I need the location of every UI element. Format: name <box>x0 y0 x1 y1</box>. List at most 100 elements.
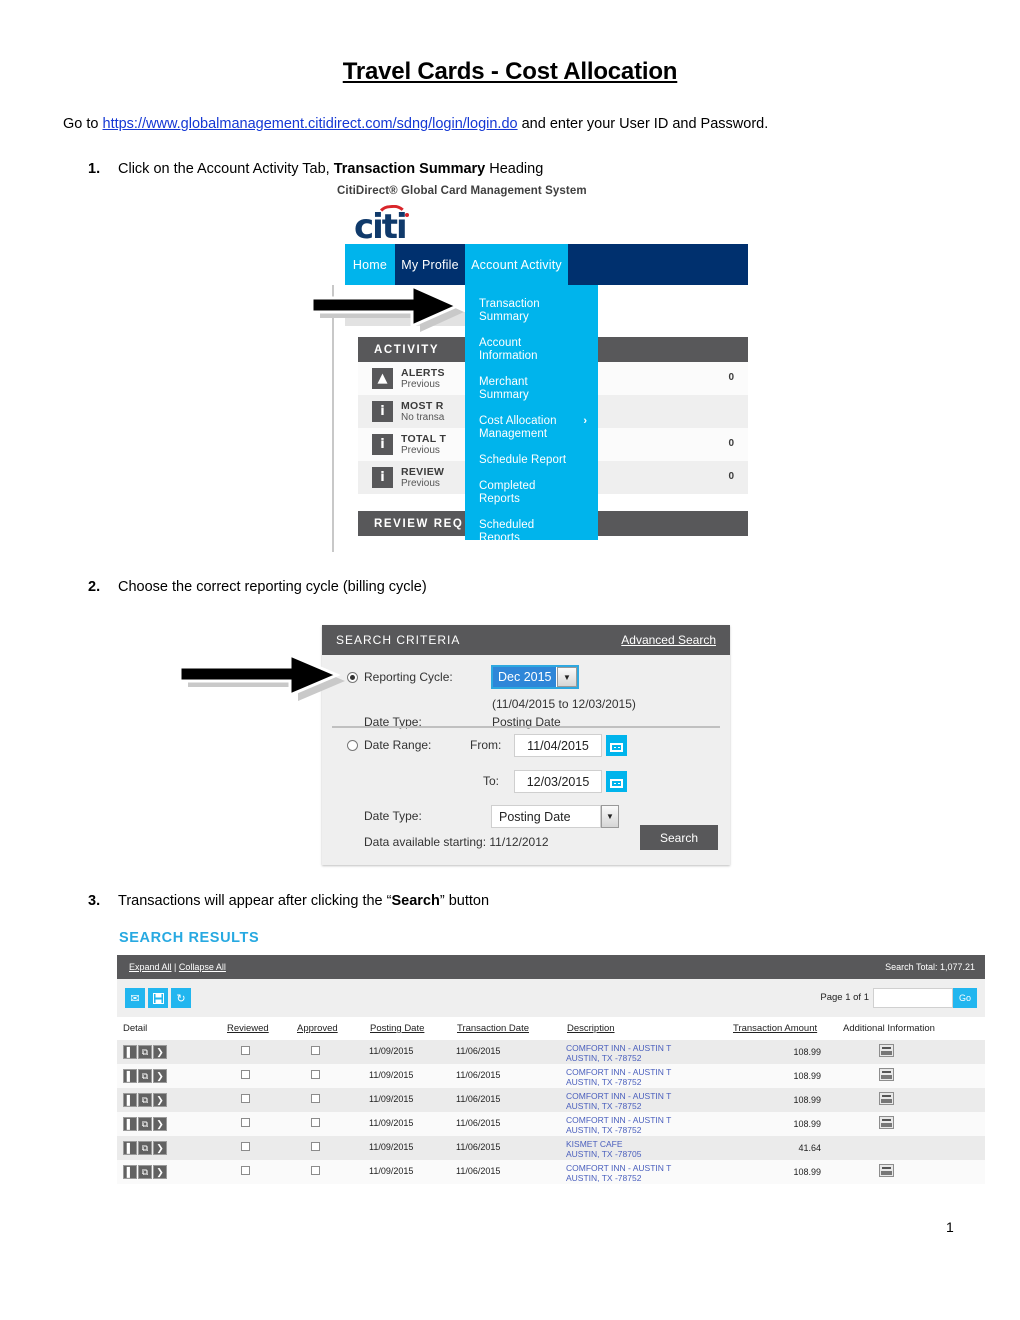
detail-action-icons[interactable]: ▌ ⧉ ❯ <box>123 1069 167 1083</box>
table-row[interactable]: ▌ ⧉ ❯ 11/09/2015 11/06/2015 COMFORT INN … <box>117 1112 985 1136</box>
copy-icon[interactable]: ⧉ <box>138 1069 152 1083</box>
expand-icon[interactable]: ❯ <box>153 1165 167 1179</box>
save-icon[interactable] <box>148 988 168 1008</box>
copy-icon[interactable]: ⧉ <box>138 1141 152 1155</box>
copy-icon[interactable]: ⧉ <box>138 1117 152 1131</box>
calendar-icon-to[interactable] <box>606 771 627 792</box>
table-row[interactable]: ▌ ⧉ ❯ 11/09/2015 11/06/2015 KISMET CAFE … <box>117 1136 985 1160</box>
column-header-reviewed[interactable]: Reviewed <box>227 1023 269 1034</box>
cell-description[interactable]: COMFORT INN - AUSTIN T AUSTIN, TX -78752 <box>566 1043 671 1063</box>
column-header-description[interactable]: Description <box>567 1023 615 1034</box>
reviewed-checkbox[interactable] <box>241 1046 250 1055</box>
additional-information-icon[interactable] <box>879 1092 894 1105</box>
chart-icon[interactable]: ▌ <box>123 1045 137 1059</box>
reviewed-checkbox[interactable] <box>241 1118 250 1127</box>
activity-row-count: 0 <box>728 372 734 383</box>
table-row[interactable]: ▌ ⧉ ❯ 11/09/2015 11/06/2015 COMFORT INN … <box>117 1064 985 1088</box>
citidirect-login-link[interactable]: https://www.globalmanagement.citidirect.… <box>103 116 518 132</box>
step-1: 1. Click on the Account Activity Tab, Tra… <box>88 161 543 177</box>
chart-icon[interactable]: ▌ <box>123 1069 137 1083</box>
cell-description[interactable]: COMFORT INN - AUSTIN T AUSTIN, TX -78752 <box>566 1067 671 1087</box>
nav-tab-home[interactable]: Home <box>345 244 395 285</box>
cell-description[interactable]: COMFORT INN - AUSTIN T AUSTIN, TX -78752 <box>566 1115 671 1135</box>
nav-tab-account-activity[interactable]: Account Activity <box>465 244 568 285</box>
chart-icon[interactable]: ▌ <box>123 1165 137 1179</box>
advanced-search-link[interactable]: Advanced Search <box>621 633 716 647</box>
approved-checkbox[interactable] <box>311 1166 320 1175</box>
email-icon[interactable]: ✉ <box>125 988 145 1008</box>
info-icon: i <box>372 467 393 488</box>
column-header-approved[interactable]: Approved <box>297 1023 338 1034</box>
detail-action-icons[interactable]: ▌ ⧉ ❯ <box>123 1165 167 1179</box>
cell-description[interactable]: KISMET CAFE AUSTIN, TX -78705 <box>566 1139 641 1159</box>
menu-item-completed-reports[interactable]: Completed Reports <box>479 480 536 506</box>
detail-action-icons[interactable]: ▌ ⧉ ❯ <box>123 1117 167 1131</box>
chart-icon[interactable]: ▌ <box>123 1141 137 1155</box>
expand-icon[interactable]: ❯ <box>153 1117 167 1131</box>
merchant-name: COMFORT INN - AUSTIN T <box>566 1115 672 1125</box>
expand-icon[interactable]: ❯ <box>153 1141 167 1155</box>
detail-action-icons[interactable]: ▌ ⧉ ❯ <box>123 1093 167 1107</box>
copy-icon[interactable]: ⧉ <box>138 1165 152 1179</box>
chevron-down-icon[interactable]: ▼ <box>557 667 577 687</box>
step-1-text-before: Click on the Account Activity Tab, <box>118 161 334 177</box>
calendar-icon-from[interactable] <box>606 735 627 756</box>
search-button[interactable]: Search <box>640 825 718 850</box>
citi-registered-dot-icon <box>405 213 409 217</box>
cell-description[interactable]: COMFORT INN - AUSTIN T AUSTIN, TX -78752 <box>566 1163 671 1183</box>
to-date-input[interactable]: 12/03/2015 <box>514 770 602 793</box>
date-type-select[interactable]: Posting Date <box>491 805 601 828</box>
cell-posting-date: 11/09/2015 <box>369 1094 414 1104</box>
column-header-transaction-date[interactable]: Transaction Date <box>457 1023 529 1034</box>
figure-citidirect-menu: CitiDirect® Global Card Management Syste… <box>332 185 748 552</box>
history-icon[interactable]: ↻ <box>171 988 191 1008</box>
expand-icon[interactable]: ❯ <box>153 1093 167 1107</box>
info-icon: i <box>372 434 393 455</box>
activity-row-title: TOTAL T <box>401 433 447 445</box>
approved-checkbox[interactable] <box>311 1118 320 1127</box>
radio-date-range[interactable] <box>347 740 358 751</box>
go-button[interactable]: Go <box>953 988 977 1008</box>
approved-checkbox[interactable] <box>311 1094 320 1103</box>
approved-checkbox[interactable] <box>311 1046 320 1055</box>
reporting-cycle-select[interactable]: Dec 2015 ▼ <box>491 665 579 689</box>
menu-item-cost-allocation-management[interactable]: Cost Allocation Management <box>479 415 557 441</box>
copy-icon[interactable]: ⧉ <box>138 1045 152 1059</box>
table-row[interactable]: ▌ ⧉ ❯ 11/09/2015 11/06/2015 COMFORT INN … <box>117 1040 985 1064</box>
column-header-detail: Detail <box>123 1023 148 1034</box>
nav-tab-my-profile[interactable]: My Profile <box>395 244 465 285</box>
copy-icon[interactable]: ⧉ <box>138 1093 152 1107</box>
reviewed-checkbox[interactable] <box>241 1166 250 1175</box>
column-header-posting-date[interactable]: Posting Date <box>370 1023 424 1034</box>
cell-description[interactable]: COMFORT INN - AUSTIN T AUSTIN, TX -78752 <box>566 1091 671 1111</box>
menu-item-merchant-summary[interactable]: Merchant Summary <box>479 376 529 402</box>
additional-information-icon[interactable] <box>879 1068 894 1081</box>
expand-collapse-links: Expand All | Collapse All <box>129 962 226 972</box>
reviewed-checkbox[interactable] <box>241 1142 250 1151</box>
detail-action-icons[interactable]: ▌ ⧉ ❯ <box>123 1045 167 1059</box>
expand-all-link[interactable]: Expand All <box>129 962 172 972</box>
table-row[interactable]: ▌ ⧉ ❯ 11/09/2015 11/06/2015 COMFORT INN … <box>117 1160 985 1184</box>
menu-item-schedule-report[interactable]: Schedule Report <box>479 454 566 467</box>
detail-action-icons[interactable]: ▌ ⧉ ❯ <box>123 1141 167 1155</box>
additional-information-icon[interactable] <box>879 1164 894 1177</box>
page-number-input[interactable] <box>873 988 953 1008</box>
reviewed-checkbox[interactable] <box>241 1094 250 1103</box>
table-row[interactable]: ▌ ⧉ ❯ 11/09/2015 11/06/2015 COMFORT INN … <box>117 1088 985 1112</box>
approved-checkbox[interactable] <box>311 1070 320 1079</box>
column-header-transaction-amount[interactable]: Transaction Amount <box>733 1023 817 1034</box>
additional-information-icon[interactable] <box>879 1116 894 1129</box>
chart-icon[interactable]: ▌ <box>123 1093 137 1107</box>
expand-icon[interactable]: ❯ <box>153 1045 167 1059</box>
menu-item-scheduled-reports[interactable]: Scheduled Reports <box>479 519 534 545</box>
menu-item-account-information[interactable]: Account Information <box>479 337 538 363</box>
menu-item-transaction-summary[interactable]: Transaction Summary <box>479 298 540 324</box>
reviewed-checkbox[interactable] <box>241 1070 250 1079</box>
collapse-all-link[interactable]: Collapse All <box>179 962 226 972</box>
chart-icon[interactable]: ▌ <box>123 1117 137 1131</box>
additional-information-icon[interactable] <box>879 1044 894 1057</box>
from-date-input[interactable]: 11/04/2015 <box>514 734 602 757</box>
approved-checkbox[interactable] <box>311 1142 320 1151</box>
chevron-down-icon-date-type[interactable]: ▼ <box>601 805 619 828</box>
expand-icon[interactable]: ❯ <box>153 1069 167 1083</box>
